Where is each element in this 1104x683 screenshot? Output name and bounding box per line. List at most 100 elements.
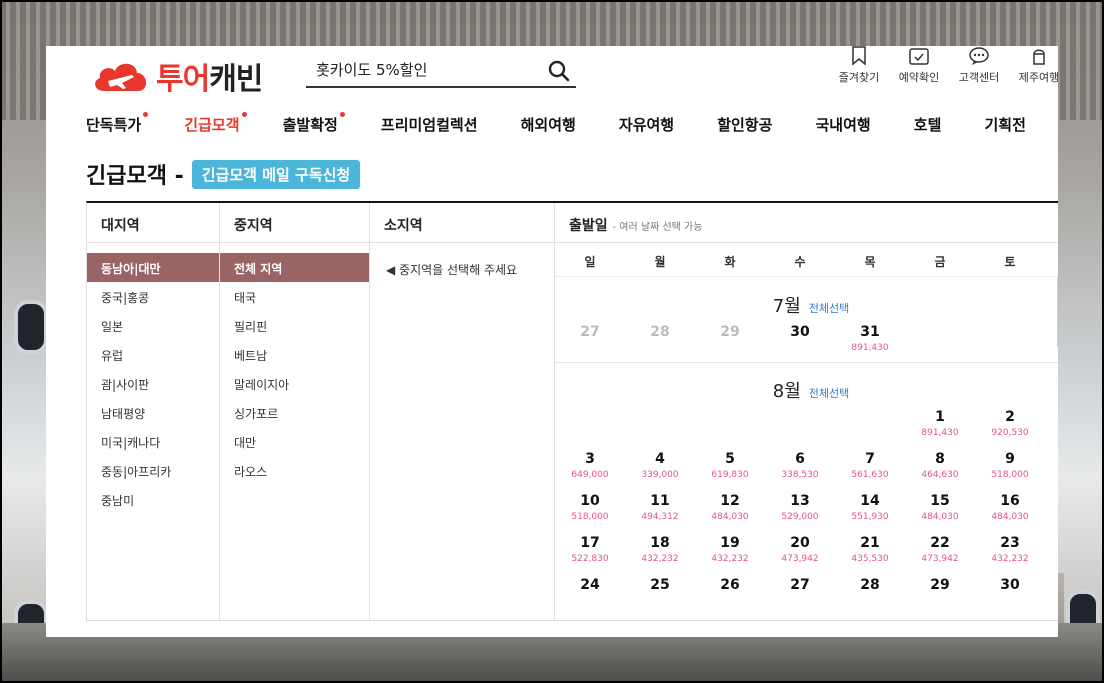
calendar-day[interactable]: 22 473,942 [905,531,975,573]
new-dot-badge [241,112,247,117]
calendar-day[interactable]: 6 338,530 [765,447,835,489]
calendar-day[interactable]: 4 339,000 [625,447,695,489]
calendar-month: 8월 전체선택 1 891,430 2 920,530 3 649,000 4 339,000 5 6… [555,363,1058,615]
day-price: 464,630 [921,470,959,480]
calendar-day[interactable]: 27 [765,573,835,615]
new-dot-badge [339,112,345,117]
calendar-day[interactable]: 14 551,930 [835,489,905,531]
calendar-day[interactable]: 18 432,232 [625,531,695,573]
sub-region-column-header: 소지역 [370,203,554,243]
nav-item[interactable]: 프리미엄컬렉션 [381,114,478,135]
calendar-day[interactable]: 30 [975,573,1045,615]
mid-region-item[interactable]: 필리핀 [220,311,369,340]
calendar-day[interactable]: 17 522,830 [555,531,625,573]
site-logo[interactable]: 투어캐빈 [92,54,263,98]
day-price: 432,232 [711,554,749,564]
calendar-day[interactable]: 20 473,942 [765,531,835,573]
nav-item[interactable]: 출발확정 [283,112,345,135]
calendar-day[interactable]: 2 920,530 [975,405,1045,447]
mid-region-item[interactable]: 전체 지역 [220,253,369,282]
mid-region-item[interactable]: 베트남 [220,340,369,369]
region-item[interactable]: 남태평양 [87,398,219,427]
day-number: 24 [580,577,600,593]
calendar-day[interactable]: 9 518,000 [975,447,1045,489]
mid-region-item[interactable]: 대만 [220,427,369,456]
day-number: 13 [790,493,810,509]
weekday-label: 수 [794,255,806,269]
region-item[interactable]: 중국|홍콩 [87,282,219,311]
cloud-plane-logo-icon [95,63,147,91]
calendar-scrollbar[interactable] [1057,275,1058,349]
jeju-travel-link[interactable]: 제주여행 [1016,46,1058,85]
calendar-day[interactable]: 1 891,430 [905,405,975,447]
day-number: 26 [720,577,740,593]
calendar-day[interactable]: 10 518,000 [555,489,625,531]
calendar-day[interactable]: 15 484,030 [905,489,975,531]
nav-item[interactable]: 국내여행 [815,114,870,135]
calendar-day[interactable]: 23 432,232 [975,531,1045,573]
region-item[interactable]: 중동|아프리카 [87,456,219,485]
calendar-day[interactable]: 29 [905,573,975,615]
day-price: 649,000 [571,470,609,480]
calendar-day[interactable]: 30 [765,320,835,362]
departure-header-label: 출발일 [569,218,608,234]
day-price: 891,430 [851,343,889,353]
calendar-day [905,320,975,362]
search-icon[interactable] [548,60,570,82]
calendar-day[interactable]: 13 529,000 [765,489,835,531]
calendar-day[interactable]: 28 [835,573,905,615]
region-item[interactable]: 동남아|대만 [87,253,219,282]
region-item[interactable]: 중남미 [87,485,219,514]
day-number: 29 [930,577,950,593]
calendar-day[interactable]: 19 432,232 [695,531,765,573]
day-price: 518,000 [991,470,1029,480]
calendar-day[interactable]: 7 561,630 [835,447,905,489]
weekday-header: 일월화수목금토 [555,243,1058,277]
nav-item[interactable]: 해외여행 [521,114,576,135]
nav-item[interactable]: 기획전 [984,114,1025,135]
chat-bubble-icon [969,47,989,65]
day-number: 19 [720,535,740,551]
calendar-day[interactable]: 24 [555,573,625,615]
calendar-day[interactable]: 31 891,430 [835,320,905,362]
calendar-day[interactable]: 5 619,830 [695,447,765,489]
calendar-day[interactable]: 8 464,630 [905,447,975,489]
calendar-day[interactable]: 21 435,530 [835,531,905,573]
month-header: 7월 전체선택 [555,292,1058,320]
calendar-day[interactable]: 25 [625,573,695,615]
reservation-check-link[interactable]: 예약확인 [896,46,942,85]
calendar-day[interactable]: 3 649,000 [555,447,625,489]
mail-subscribe-button[interactable]: 긴급모객 메일 구독신청 [191,159,361,189]
select-all-link[interactable]: 전체선택 [809,302,849,315]
calendar-day[interactable]: 11 494,312 [625,489,695,531]
day-price: 432,232 [641,554,679,564]
day-price: 529,000 [781,512,819,522]
nav-item[interactable]: 자유여행 [619,114,674,135]
departure-header-hint: - 여러 날짜 선택 가능 [612,222,703,233]
page-title: 긴급모객 - [86,164,184,189]
region-item[interactable]: 괌|사이판 [87,369,219,398]
calendar-day[interactable]: 26 [695,573,765,615]
day-number: 18 [650,535,670,551]
mid-region-item[interactable]: 라오스 [220,456,369,485]
calendar-day[interactable]: 16 484,030 [975,489,1045,531]
select-all-link[interactable]: 전체선택 [809,387,849,400]
favorites-link[interactable]: 즐겨찾기 [836,46,882,85]
calendar-day[interactable]: 12 484,030 [695,489,765,531]
region-item[interactable]: 미국|캐나다 [87,427,219,456]
mid-region-item[interactable]: 말레이지아 [220,369,369,398]
mid-region-item[interactable]: 싱가포르 [220,398,369,427]
region-item[interactable]: 유럽 [87,340,219,369]
day-number: 27 [580,324,600,340]
nav-item[interactable]: 호텔 [914,114,942,135]
region-item[interactable]: 일본 [87,311,219,340]
nav-item[interactable]: 긴급모객 [184,112,247,135]
nav-item[interactable]: 단독특가 [86,112,149,135]
day-price: 338,530 [781,470,819,480]
search-input[interactable] [306,54,536,84]
customer-center-link[interactable]: 고객센터 [956,46,1002,85]
mid-region-item[interactable]: 태국 [220,282,369,311]
calendar-month: 7월 전체선택 27 28 29 30 31 891,430 [555,278,1058,363]
nav-item[interactable]: 할인항공 [717,114,772,135]
page-card: 투어캐빈 즐겨찾기 예약확인 고객센터 제주여행 단독특가 긴급모객 출발확정 프리미… [46,46,1058,637]
